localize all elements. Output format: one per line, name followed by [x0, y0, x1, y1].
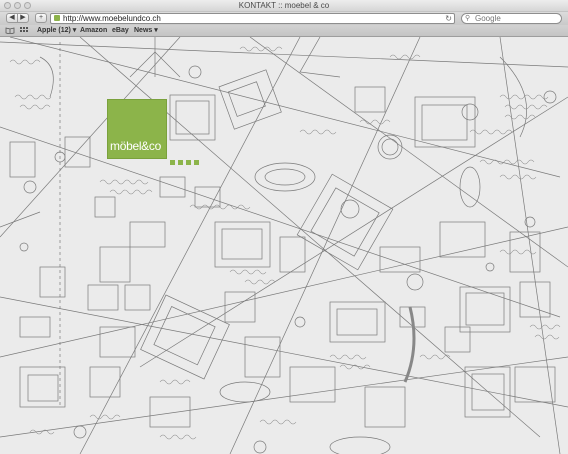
window-title: KONTAKT :: moebel & co	[238, 1, 330, 10]
plus-icon: +	[38, 14, 44, 21]
book-icon[interactable]	[5, 27, 15, 35]
address-bar[interactable]: http://www.moebelundco.ch ↻	[50, 13, 455, 24]
grid-icon[interactable]	[20, 27, 28, 35]
bookmark-ebay[interactable]: eBay	[112, 25, 129, 36]
title-bar: KONTAKT :: moebel & co	[0, 0, 568, 12]
site-logo[interactable]: möbel&co	[107, 99, 167, 159]
toolbar: ◀ ▶ + http://www.moebelundco.ch ↻ ⚲	[0, 12, 568, 25]
logo-text: möbel&co	[110, 139, 161, 153]
search-input[interactable]	[475, 14, 555, 23]
bookmark-news[interactable]: News ▾	[134, 25, 158, 36]
url-text: http://www.moebelundco.ch	[63, 14, 161, 23]
floor-plan-sketch	[0, 37, 568, 454]
forward-button[interactable]: ▶	[17, 13, 29, 23]
bookmarks-bar: Apple (12) ▾ Amazon eBay News ▾	[0, 25, 568, 37]
bookmark-apple[interactable]: Apple (12) ▾	[37, 25, 76, 36]
zoom-window-button[interactable]	[24, 2, 31, 9]
site-favicon-icon	[54, 15, 60, 21]
back-arrow-icon: ◀	[9, 14, 15, 21]
browser-window: KONTAKT :: moebel & co ◀ ▶ + http://www.…	[0, 0, 568, 454]
minimize-window-button[interactable]	[14, 2, 21, 9]
web-page-content: möbel&co	[0, 37, 568, 454]
forward-arrow-icon: ▶	[20, 14, 26, 21]
logo-dots-decoration	[170, 152, 202, 170]
search-field[interactable]: ⚲	[461, 13, 562, 24]
close-window-button[interactable]	[4, 2, 11, 9]
search-icon: ⚲	[465, 15, 471, 22]
bookmark-amazon[interactable]: Amazon	[80, 25, 107, 36]
add-bookmark-button[interactable]: +	[35, 13, 47, 23]
reload-icon[interactable]: ↻	[445, 14, 452, 23]
